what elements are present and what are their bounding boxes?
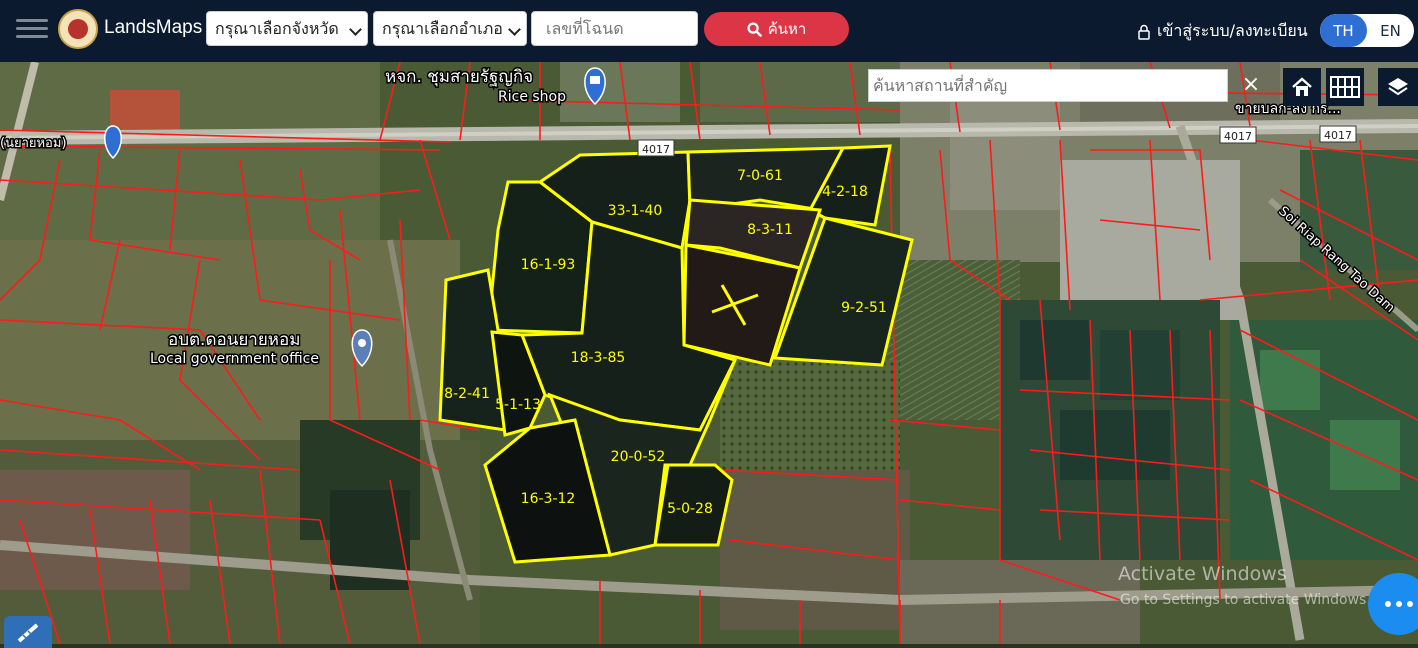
office-thai-label: อบต.ดอนยายหอม [168, 330, 300, 350]
department-logo [58, 9, 98, 49]
chevron-down-icon [349, 23, 362, 36]
ruler-icon [17, 623, 39, 643]
search-button-label: ค้นหา [767, 20, 807, 38]
province-select-value: กรุณาเลือกจังหวัด [215, 19, 339, 38]
search-icon [747, 21, 762, 37]
activate-windows-subtitle: Go to Settings to activate Windows. [1120, 592, 1371, 608]
svg-text:4017: 4017 [1224, 130, 1252, 143]
rice-shop-label: Rice shop [498, 89, 566, 105]
parcel-label: 18-3-85 [571, 350, 626, 366]
parcel-label: 5-0-28 [667, 501, 713, 517]
grid-button[interactable] [1326, 68, 1364, 106]
rice-shop-thai-label: หจก. ชุมสายรัฐญกิจ [385, 67, 533, 87]
parcel-label: 33-1-40 [608, 203, 663, 219]
parcel-label: 16-3-12 [521, 491, 576, 507]
road-shield-4017-b: 4017 [1219, 126, 1257, 144]
language-toggle: TH EN [1320, 14, 1414, 47]
district-select[interactable]: กรุณาเลือกอำเภอ [373, 11, 527, 46]
search-button[interactable]: ค้นหา [704, 12, 849, 46]
map-canvas[interactable]: 33-1-40 7-0-61 4-2-18 8-3-11 16-1-93 9-2… [0, 62, 1418, 644]
place-search-input[interactable] [868, 69, 1228, 102]
road-shield-4017-c: 4017 [1319, 125, 1357, 143]
home-icon [1292, 77, 1312, 96]
parcel-label: 7-0-61 [737, 168, 783, 184]
menu-icon[interactable] [16, 14, 48, 42]
parcel-label: 8-2-41 [444, 386, 490, 402]
measure-tool-button[interactable] [4, 616, 52, 648]
lock-icon [1138, 24, 1150, 40]
login-label: เข้าสู่ระบบ/ลงทะเบียน [1157, 21, 1308, 40]
deed-number-input[interactable] [531, 11, 698, 46]
grid-icon [1330, 76, 1360, 98]
office-label: Local government office [150, 351, 319, 367]
parcel-label: 5-1-13 [495, 397, 541, 413]
close-icon[interactable]: × [1238, 70, 1264, 100]
layers-button[interactable] [1378, 68, 1418, 106]
province-select[interactable]: กรุณาเลือกจังหวัด [206, 11, 368, 46]
chevron-down-icon [508, 23, 521, 36]
login-link[interactable]: เข้าสู่ระบบ/ลงทะเบียน [1137, 19, 1308, 44]
parcel-label: 8-3-11 [747, 222, 793, 238]
parcel-label: 9-2-51 [841, 300, 887, 316]
activate-windows-title: Activate Windows [1118, 563, 1287, 585]
layers-icon [1388, 78, 1408, 96]
brand-name: LandsMaps [104, 17, 203, 38]
svg-text:4017: 4017 [1324, 129, 1352, 142]
parcel-label: 4-2-18 [822, 184, 868, 200]
lang-en-button[interactable]: EN [1367, 14, 1414, 47]
home-button[interactable] [1283, 68, 1321, 106]
dots-icon [1385, 601, 1413, 607]
parcel-label: 16-1-93 [521, 257, 576, 273]
road-shield-4017-a: 4017 [637, 139, 675, 157]
lang-th-button[interactable]: TH [1320, 14, 1367, 47]
svg-text:4017: 4017 [642, 143, 670, 156]
top-navbar: LandsMaps กรุณาเลือกจังหวัด กรุณาเลือกอำ… [0, 0, 1418, 62]
parcel-label: 20-0-52 [611, 449, 666, 465]
district-select-value: กรุณาเลือกอำเภอ [382, 19, 503, 38]
left-road-label: (นยายหอม) [0, 136, 67, 151]
